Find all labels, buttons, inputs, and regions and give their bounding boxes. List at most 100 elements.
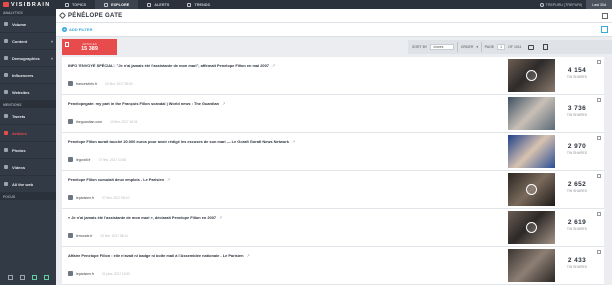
sidebar-item-label: Volume — [12, 21, 27, 27]
article-headline[interactable]: Penelope Fillon cumulait deux emplois - … — [68, 177, 170, 182]
article-headline[interactable]: Penelope Fillon aurait touché 20.000 eur… — [68, 139, 295, 144]
sort-select[interactable]: shares — [430, 44, 455, 50]
article-thumbnail[interactable] — [508, 173, 555, 206]
list-item[interactable]: INFO 'ENVOYÉ SPÉCIAL'. "Je n'ai jamais é… — [62, 57, 604, 95]
camera-icon[interactable] — [528, 44, 535, 50]
source-site[interactable]: leparisien.fr — [76, 196, 94, 200]
headline-text: Penelopegate: my part in the François Fi… — [68, 101, 220, 106]
sidebar-item-all-the-web[interactable]: All the web — [0, 176, 56, 193]
window-icon[interactable] — [602, 12, 608, 19]
headline-text: Affaire Penelope Fillon : elle n'avait n… — [68, 253, 244, 258]
sidebar: ANALYTICS Volume Content ▾ Demographics ▾ … — [0, 9, 56, 285]
list-item[interactable]: Affaire Penelope Fillon : elle n'avait n… — [62, 247, 604, 285]
list-controls: SORT BY shares ORDER ▾ PAGE 1 OF 1011 — [408, 40, 612, 54]
app-logo[interactable]: VISIBRAIN — [0, 0, 56, 9]
select-checkbox[interactable] — [597, 60, 601, 64]
article-date: 07 févr. 2017 10:58 — [98, 157, 126, 162]
nav-alerts[interactable]: ALERTS — [138, 0, 178, 9]
article-headline[interactable]: INFO 'ENVOYÉ SPÉCIAL'. "Je n'ai jamais é… — [68, 63, 275, 68]
external-link-icon[interactable]: ↗ — [246, 253, 249, 258]
bell-icon — [147, 2, 152, 7]
list-item[interactable]: « Je n'ai jamais été l'assistante de mon… — [62, 209, 604, 247]
external-link-icon[interactable]: ↗ — [292, 139, 295, 144]
expand-icon[interactable] — [31, 275, 37, 280]
sidebar-item-label: Videos — [12, 164, 26, 170]
order-select[interactable]: ORDER — [461, 45, 474, 49]
select-checkbox[interactable] — [597, 136, 601, 140]
sidebar-item-articles[interactable]: Articles — [0, 125, 56, 142]
article-headline[interactable]: Penelopegate: my part in the François Fi… — [68, 101, 225, 106]
nav-topics[interactable]: TOPICS — [56, 0, 95, 9]
select-checkbox[interactable] — [597, 212, 601, 216]
sidebar-item-tweets[interactable]: Tweets — [0, 108, 56, 125]
article-date: 02 févr. 2017 08:00 — [105, 81, 133, 86]
section-focus: FOCUS — [0, 193, 56, 200]
select-checkbox[interactable] — [597, 98, 601, 102]
section-analytics: ANALYTICS — [0, 9, 56, 16]
user-menu[interactable]: TREPURU (TREPURI) — [539, 2, 582, 7]
tweet-icon — [4, 114, 8, 118]
source-site[interactable]: legorafi.fr — [76, 158, 91, 162]
select-checkbox[interactable] — [597, 174, 601, 178]
sidebar-item-volume[interactable]: Volume — [0, 16, 56, 33]
top-nav: TOPICS EXPLORE ALERTS TRENDS — [56, 0, 219, 9]
nav-trends-label: TRENDS — [194, 2, 211, 7]
source-site[interactable]: lemonde.fr — [76, 234, 93, 238]
article-thumbnail[interactable] — [508, 211, 555, 244]
sidebar-item-content[interactable]: Content ▾ — [0, 33, 56, 50]
layers-icon[interactable] — [19, 275, 25, 280]
favicon-icon — [68, 119, 73, 124]
article-thumbnail[interactable] — [508, 59, 555, 92]
sidebar-item-influencers[interactable]: Influencers — [0, 67, 56, 84]
nav-trends[interactable]: TRENDS — [178, 0, 219, 9]
external-link-icon[interactable]: ↗ — [167, 177, 170, 182]
plus-icon: + — [62, 27, 67, 32]
period-selector[interactable]: Last 30d — [586, 0, 612, 9]
external-link-icon[interactable]: ↗ — [272, 63, 275, 68]
article-thumbnail[interactable] — [508, 97, 555, 130]
share-count: 2 970 TW SHARES — [561, 143, 593, 155]
topics-icon — [65, 2, 69, 7]
grid-icon[interactable] — [43, 275, 49, 280]
add-filter-label: ADD FILTER — [69, 27, 93, 32]
play-icon — [526, 70, 537, 81]
list-item[interactable]: Penelope Fillon cumulait deux emplois - … — [62, 171, 604, 209]
favicon-icon — [68, 195, 73, 200]
source-site[interactable]: francetvinfo.fr — [76, 82, 97, 86]
share-label: TW SHARES — [566, 189, 588, 193]
share-count: 2 433 TW SHARES — [561, 257, 593, 269]
sidebar-item-photos[interactable]: Photos — [0, 142, 56, 159]
influencers-icon — [4, 73, 8, 77]
articles-count-badge: ARTICLES 15 389 — [62, 39, 117, 55]
sidebar-item-demographics[interactable]: Demographics ▾ — [0, 50, 56, 67]
article-headline[interactable]: « Je n'ai jamais été l'assistante de mon… — [68, 215, 222, 220]
source-site[interactable]: theguardian.com — [76, 120, 102, 124]
sidebar-item-label: Demographics — [12, 55, 40, 61]
list-item[interactable]: Penelope Fillon aurait touché 20.000 eur… — [62, 133, 604, 171]
external-link-icon[interactable]: ↗ — [219, 215, 222, 220]
source-site[interactable]: leparisien.fr — [76, 272, 94, 276]
article-thumbnail[interactable] — [508, 249, 555, 282]
layout-icon[interactable] — [7, 275, 13, 280]
list-item[interactable]: Penelopegate: my part in the François Fi… — [62, 95, 604, 133]
export-icon[interactable] — [543, 44, 549, 50]
sidebar-item-videos[interactable]: Videos — [0, 159, 56, 176]
sidebar-tools — [0, 270, 56, 285]
calendar-icon[interactable] — [601, 26, 608, 33]
share-label: TW SHARES — [566, 75, 588, 79]
article-headline[interactable]: Affaire Penelope Fillon : elle n'avait n… — [68, 253, 250, 258]
external-link-icon[interactable]: ↗ — [222, 101, 225, 106]
select-checkbox[interactable] — [597, 250, 601, 254]
article-thumbnail[interactable] — [508, 135, 555, 168]
main-panel: PÉNÉLOPE GATE + ADD FILTER ARTICLES 15 3… — [56, 9, 612, 285]
articles-list: INFO 'ENVOYÉ SPÉCIAL'. "Je n'ai jamais é… — [62, 57, 604, 285]
sidebar-item-label: Photos — [12, 147, 26, 153]
share-value: 3 736 — [567, 105, 587, 112]
page-label: PAGE — [484, 45, 495, 49]
divider — [481, 42, 482, 52]
add-filter-button[interactable]: + ADD FILTER — [62, 27, 92, 32]
nav-explore[interactable]: EXPLORE — [95, 0, 139, 9]
page-input[interactable]: 1 — [497, 44, 506, 50]
sidebar-item-websites[interactable]: Websites — [0, 84, 56, 101]
section-mentions: MENTIONS — [0, 101, 56, 108]
